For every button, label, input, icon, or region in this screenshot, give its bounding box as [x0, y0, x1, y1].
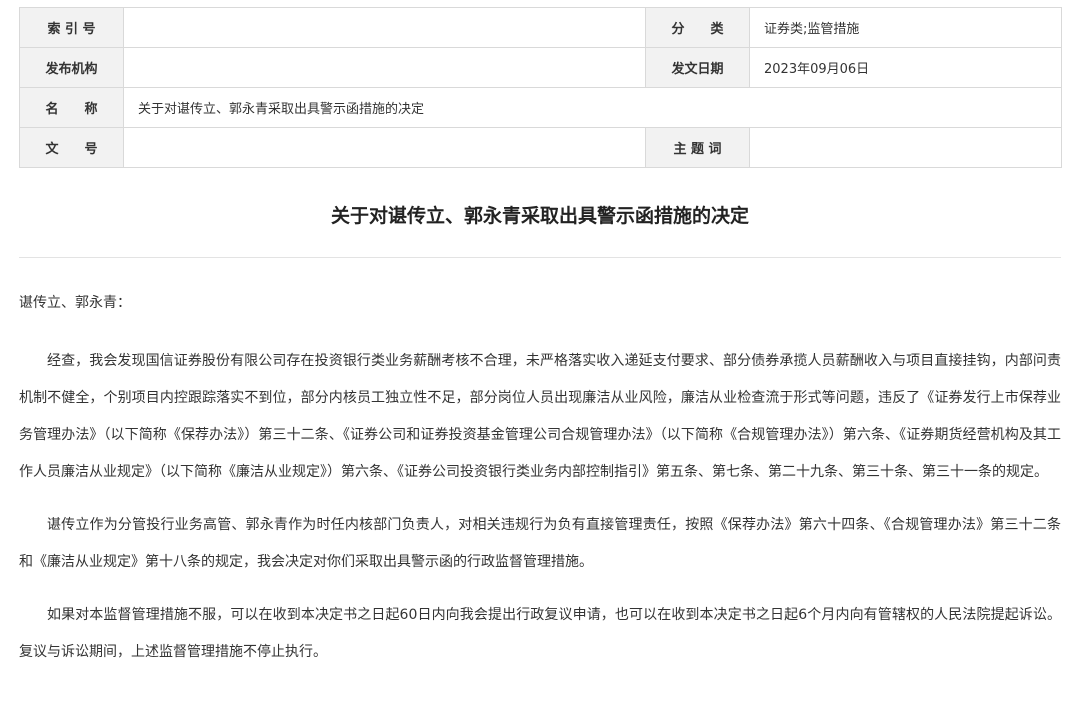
title-divider [19, 257, 1061, 258]
metadata-row-issuer: 发布机构 发文日期 2023年09月06日 [19, 47, 1062, 88]
category-label: 分 类 [645, 7, 750, 48]
issuer-label: 发布机构 [19, 47, 124, 88]
date-value: 2023年09月06日 [749, 47, 1062, 88]
keywords-value [749, 127, 1062, 168]
body-paragraph-appeal: 如果对本监督管理措施不服，可以在收到本决定书之日起60日内向我会提出行政复议申请… [19, 607, 1061, 660]
body-paragraph-findings: 经查，我会发现国信证券股份有限公司存在投资银行类业务薪酬考核不合理，未严格落实收… [19, 353, 1061, 480]
body-paragraph-responsibility: 谌传立作为分管投行业务高管、郭永青作为时任内核部门负责人，对相关违规行为负有直接… [19, 517, 1061, 570]
metadata-row-docno: 文 号 主 题 词 [19, 127, 1062, 168]
date-label: 发文日期 [645, 47, 750, 88]
document-page: 索 引 号 分 类 证券类;监管措施 发布机构 发文日期 2023年09月06日… [19, 7, 1062, 671]
document-title: 关于对谌传立、郭永青采取出具警示函措施的决定 [330, 205, 749, 227]
metadata-row-index: 索 引 号 分 类 证券类;监管措施 [19, 7, 1062, 48]
category-value: 证券类;监管措施 [749, 7, 1062, 48]
index-label: 索 引 号 [19, 7, 124, 48]
docno-label: 文 号 [19, 127, 124, 168]
name-value: 关于对谌传立、郭永青采取出具警示函措施的决定 [123, 87, 1062, 128]
index-value [123, 7, 646, 48]
docno-value [123, 127, 646, 168]
metadata-table: 索 引 号 分 类 证券类;监管措施 发布机构 发文日期 2023年09月06日… [19, 7, 1062, 168]
salutation: 谌传立、郭永青： [19, 295, 131, 311]
name-label: 名 称 [19, 87, 124, 128]
metadata-row-name: 名 称 关于对谌传立、郭永青采取出具警示函措施的决定 [19, 87, 1062, 128]
issuer-value [123, 47, 646, 88]
keywords-label: 主 题 词 [645, 127, 750, 168]
